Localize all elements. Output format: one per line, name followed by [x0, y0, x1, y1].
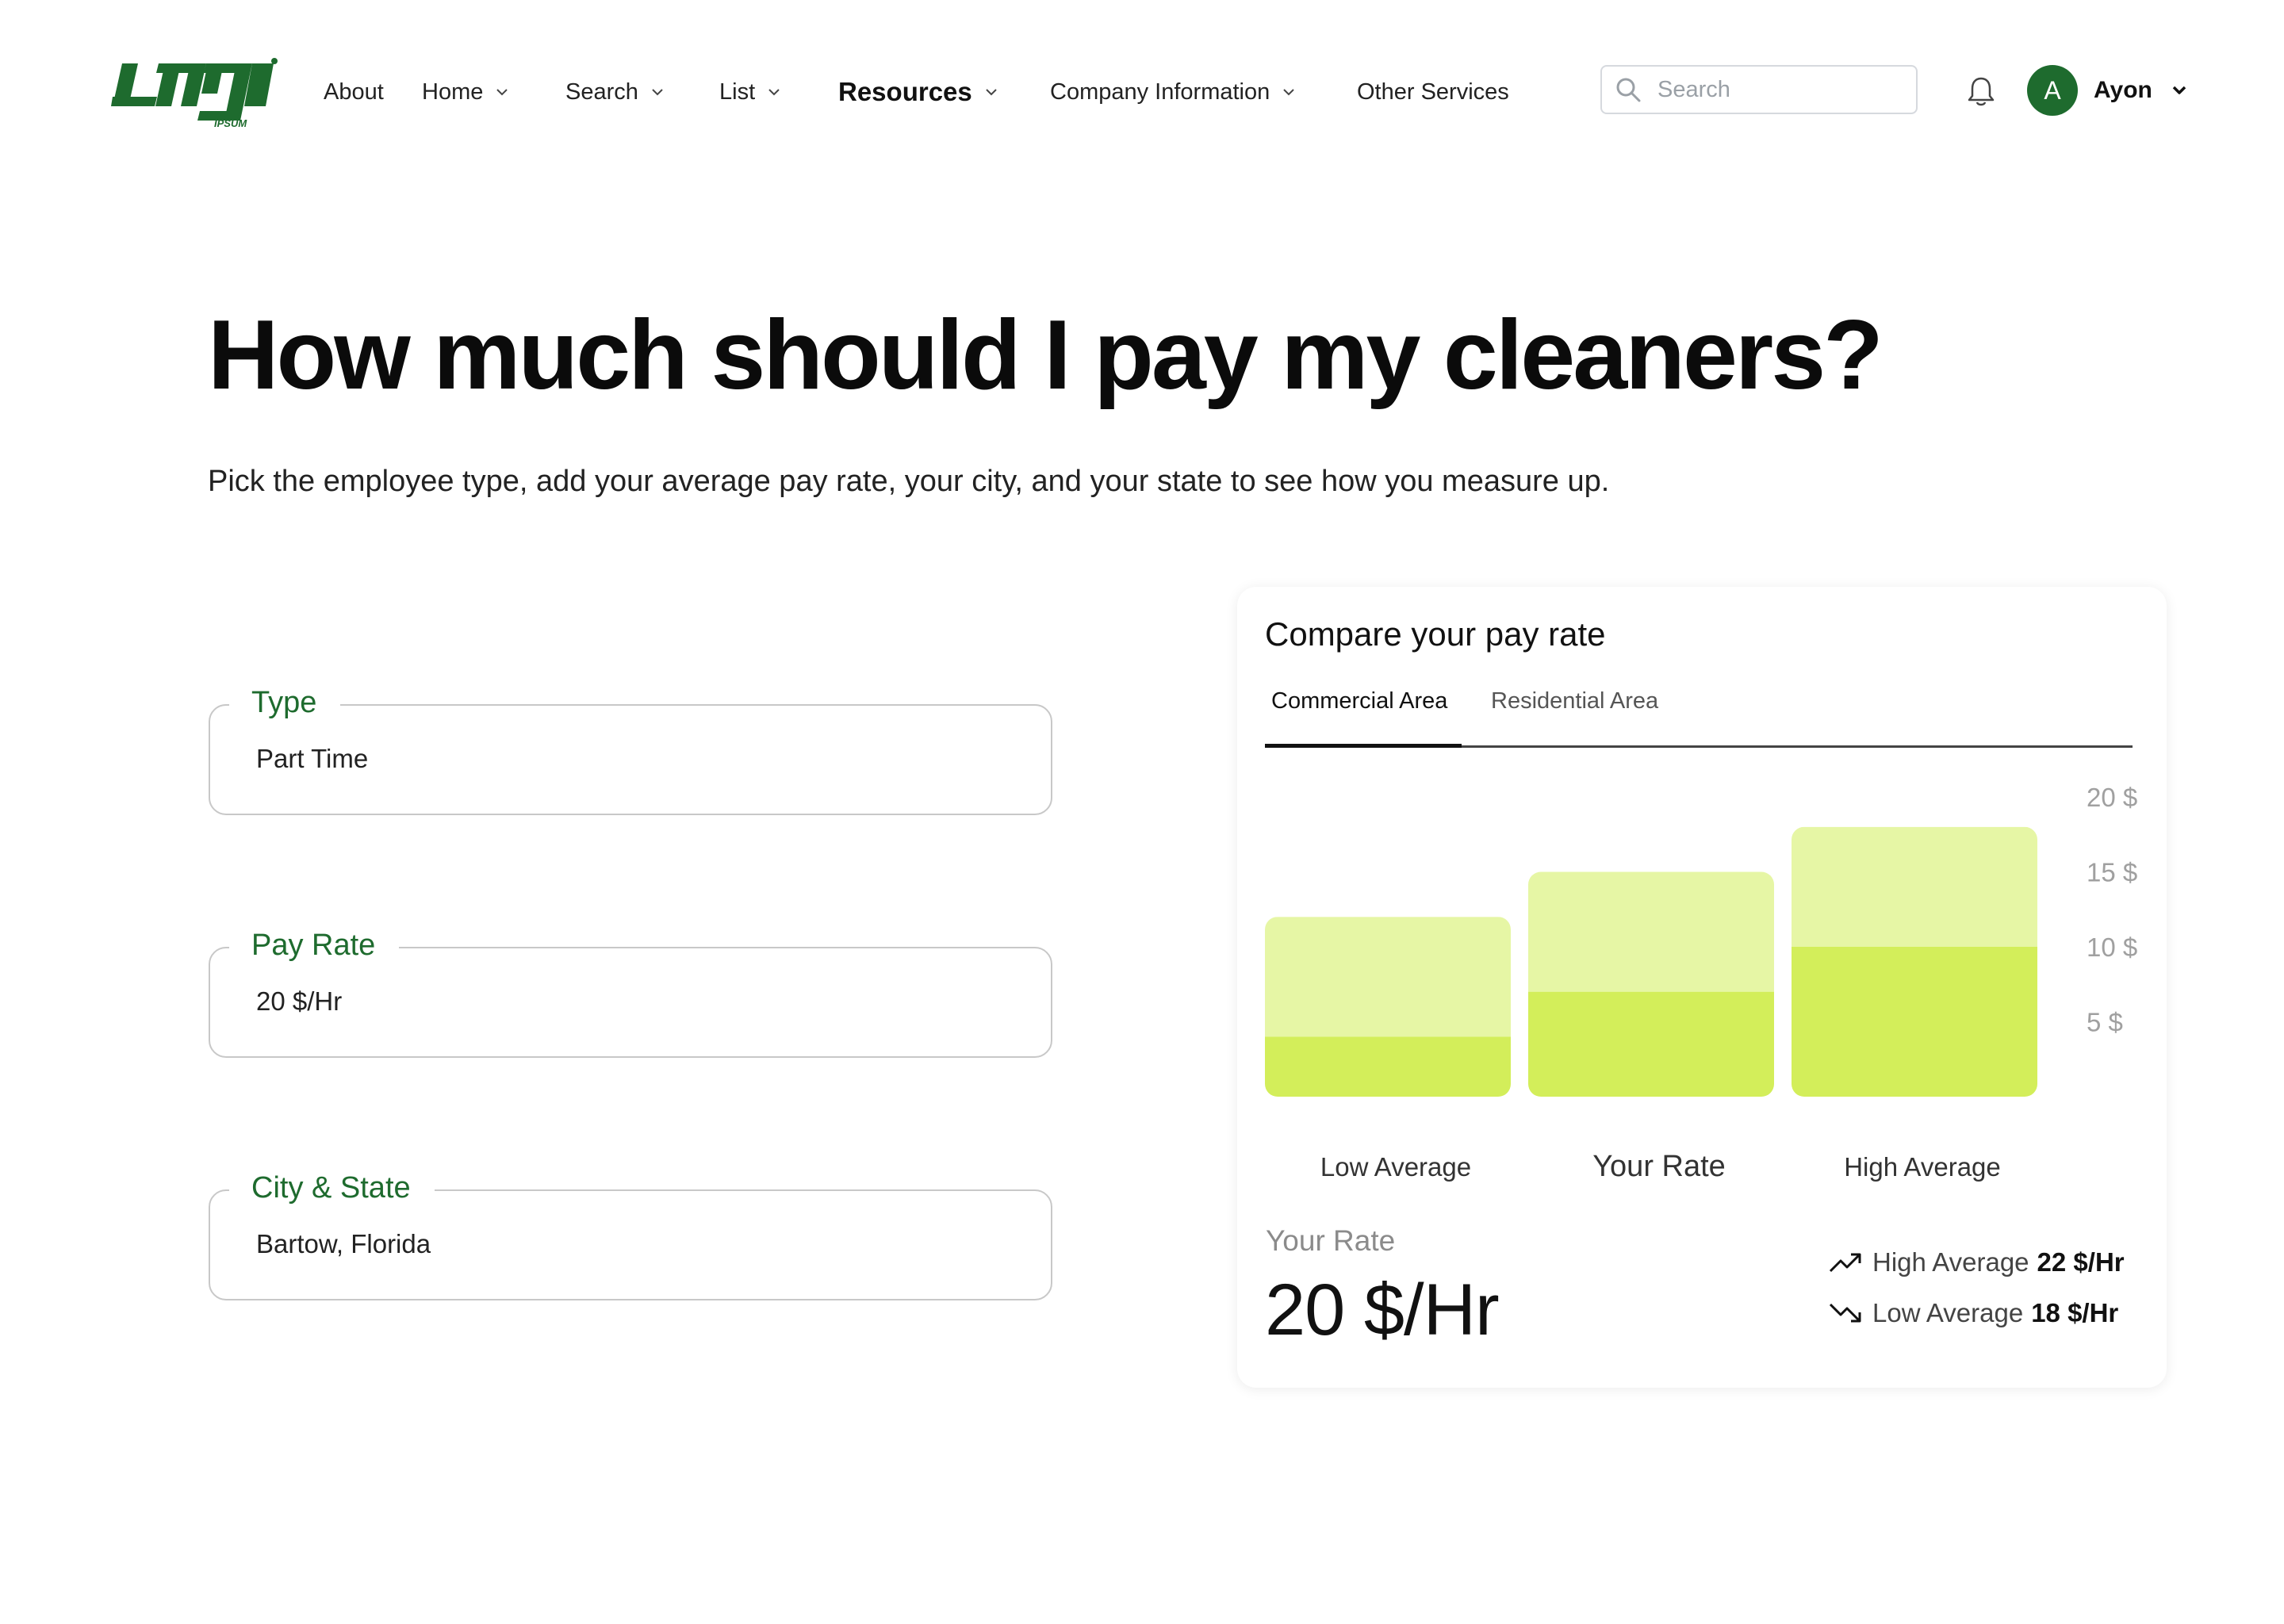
- y-tick-label: 10 $: [2087, 933, 2137, 962]
- y-tick-label: 5 $: [2087, 1008, 2123, 1037]
- search-icon: [1616, 78, 1641, 102]
- trending-down-icon: [1829, 1303, 1861, 1323]
- bar-lower-segment: [1265, 1036, 1511, 1097]
- chevron-down-icon: [2172, 86, 2186, 94]
- category-label: Your Rate: [1592, 1150, 1726, 1183]
- bar-upper-segment: [1265, 917, 1511, 1037]
- bar-upper-segment: [1528, 871, 1774, 992]
- low-average-row: Low Average 18 $/Hr: [1828, 1294, 2118, 1332]
- nav-search[interactable]: Search: [565, 76, 665, 108]
- chevron-down-icon: [768, 89, 780, 96]
- pay-rate-field[interactable]: Pay Rate 20 $/Hr: [209, 921, 1052, 1058]
- search-input[interactable]: [1656, 75, 1897, 104]
- y-tick-label: 15 $: [2087, 858, 2137, 887]
- your-rate-value: 20 $/Hr: [1265, 1270, 1500, 1350]
- city-state-field[interactable]: City & State Bartow, Florida: [209, 1164, 1052, 1300]
- high-average-value: 22 $/Hr: [2037, 1247, 2125, 1277]
- bell-icon[interactable]: [1964, 75, 1998, 109]
- nav-company-information[interactable]: Company Information: [1050, 76, 1297, 108]
- nav-home[interactable]: Home: [422, 76, 510, 108]
- area-tabs: Commercial Area Residential Area: [1265, 682, 2133, 748]
- tab-residential-area[interactable]: Residential Area: [1491, 688, 1658, 714]
- trending-up-icon: [1829, 1253, 1861, 1273]
- nav-list[interactable]: List: [719, 76, 782, 108]
- high-average-label: High Average: [1872, 1247, 2029, 1277]
- nav-other-services[interactable]: Other Services: [1357, 76, 1509, 108]
- bar-lower-segment: [1528, 991, 1774, 1097]
- user-menu[interactable]: Ayon: [2094, 73, 2189, 108]
- category-label: Low Average: [1320, 1152, 1471, 1182]
- bar-high-average: [1792, 826, 2037, 1097]
- chevron-down-icon: [652, 89, 663, 96]
- chevron-down-icon: [496, 89, 508, 96]
- pay-rate-field-label: Pay Rate: [229, 921, 400, 969]
- nav-search-label: Search: [565, 79, 638, 105]
- category-label: High Average: [1844, 1152, 2001, 1182]
- avatar[interactable]: A: [2027, 65, 2078, 116]
- city-state-field-label: City & State: [229, 1164, 435, 1212]
- type-field[interactable]: Type Part Time: [209, 679, 1052, 815]
- nav-resources-label: Resources: [838, 77, 972, 106]
- nav-other-label: Other Services: [1357, 79, 1509, 105]
- page-subtitle: Pick the employee type, add your average…: [208, 465, 1610, 498]
- active-tab-indicator: [1265, 744, 1462, 748]
- bar-lower-segment: [1792, 947, 2037, 1097]
- pay-comparison-chart: Low Average Your Rate High Average 5 $ 10 $ 1…: [1265, 783, 2137, 1183]
- bar-low-average: [1265, 917, 1511, 1097]
- search-box[interactable]: [1600, 65, 1918, 114]
- user-name: Ayon: [2094, 77, 2152, 103]
- y-tick-label: 20 $: [2087, 783, 2137, 812]
- bar-your-rate: [1528, 871, 1774, 1097]
- high-average-row: High Average 22 $/Hr: [1828, 1243, 2125, 1281]
- tab-commercial-area[interactable]: Commercial Area: [1271, 688, 1447, 714]
- low-average-value: 18 $/Hr: [2031, 1298, 2119, 1327]
- logo-sub-text: IPSUM: [214, 117, 247, 128]
- type-field-label: Type: [229, 679, 341, 726]
- your-rate-label: Your Rate: [1266, 1224, 1396, 1257]
- type-field-value: Part Time: [256, 744, 369, 773]
- logo[interactable]: IPSUM: [111, 57, 278, 128]
- chevron-down-icon: [986, 89, 997, 96]
- page-title: How much should I pay my cleaners?: [208, 301, 1884, 410]
- nav-company-label: Company Information: [1050, 79, 1270, 105]
- pay-rate-field-value: 20 $/Hr: [256, 986, 343, 1016]
- low-average-label: Low Average: [1872, 1298, 2024, 1327]
- card-title: Compare your pay rate: [1265, 615, 1606, 653]
- nav-resources[interactable]: Resources: [838, 76, 999, 108]
- nav-list-label: List: [719, 79, 756, 105]
- bar-upper-segment: [1792, 826, 2037, 947]
- nav-home-label: Home: [422, 79, 484, 105]
- nav-about-label: About: [324, 79, 384, 105]
- nav-about[interactable]: About: [324, 76, 384, 108]
- city-state-field-value: Bartow, Florida: [256, 1229, 431, 1258]
- chevron-down-icon: [1283, 89, 1294, 96]
